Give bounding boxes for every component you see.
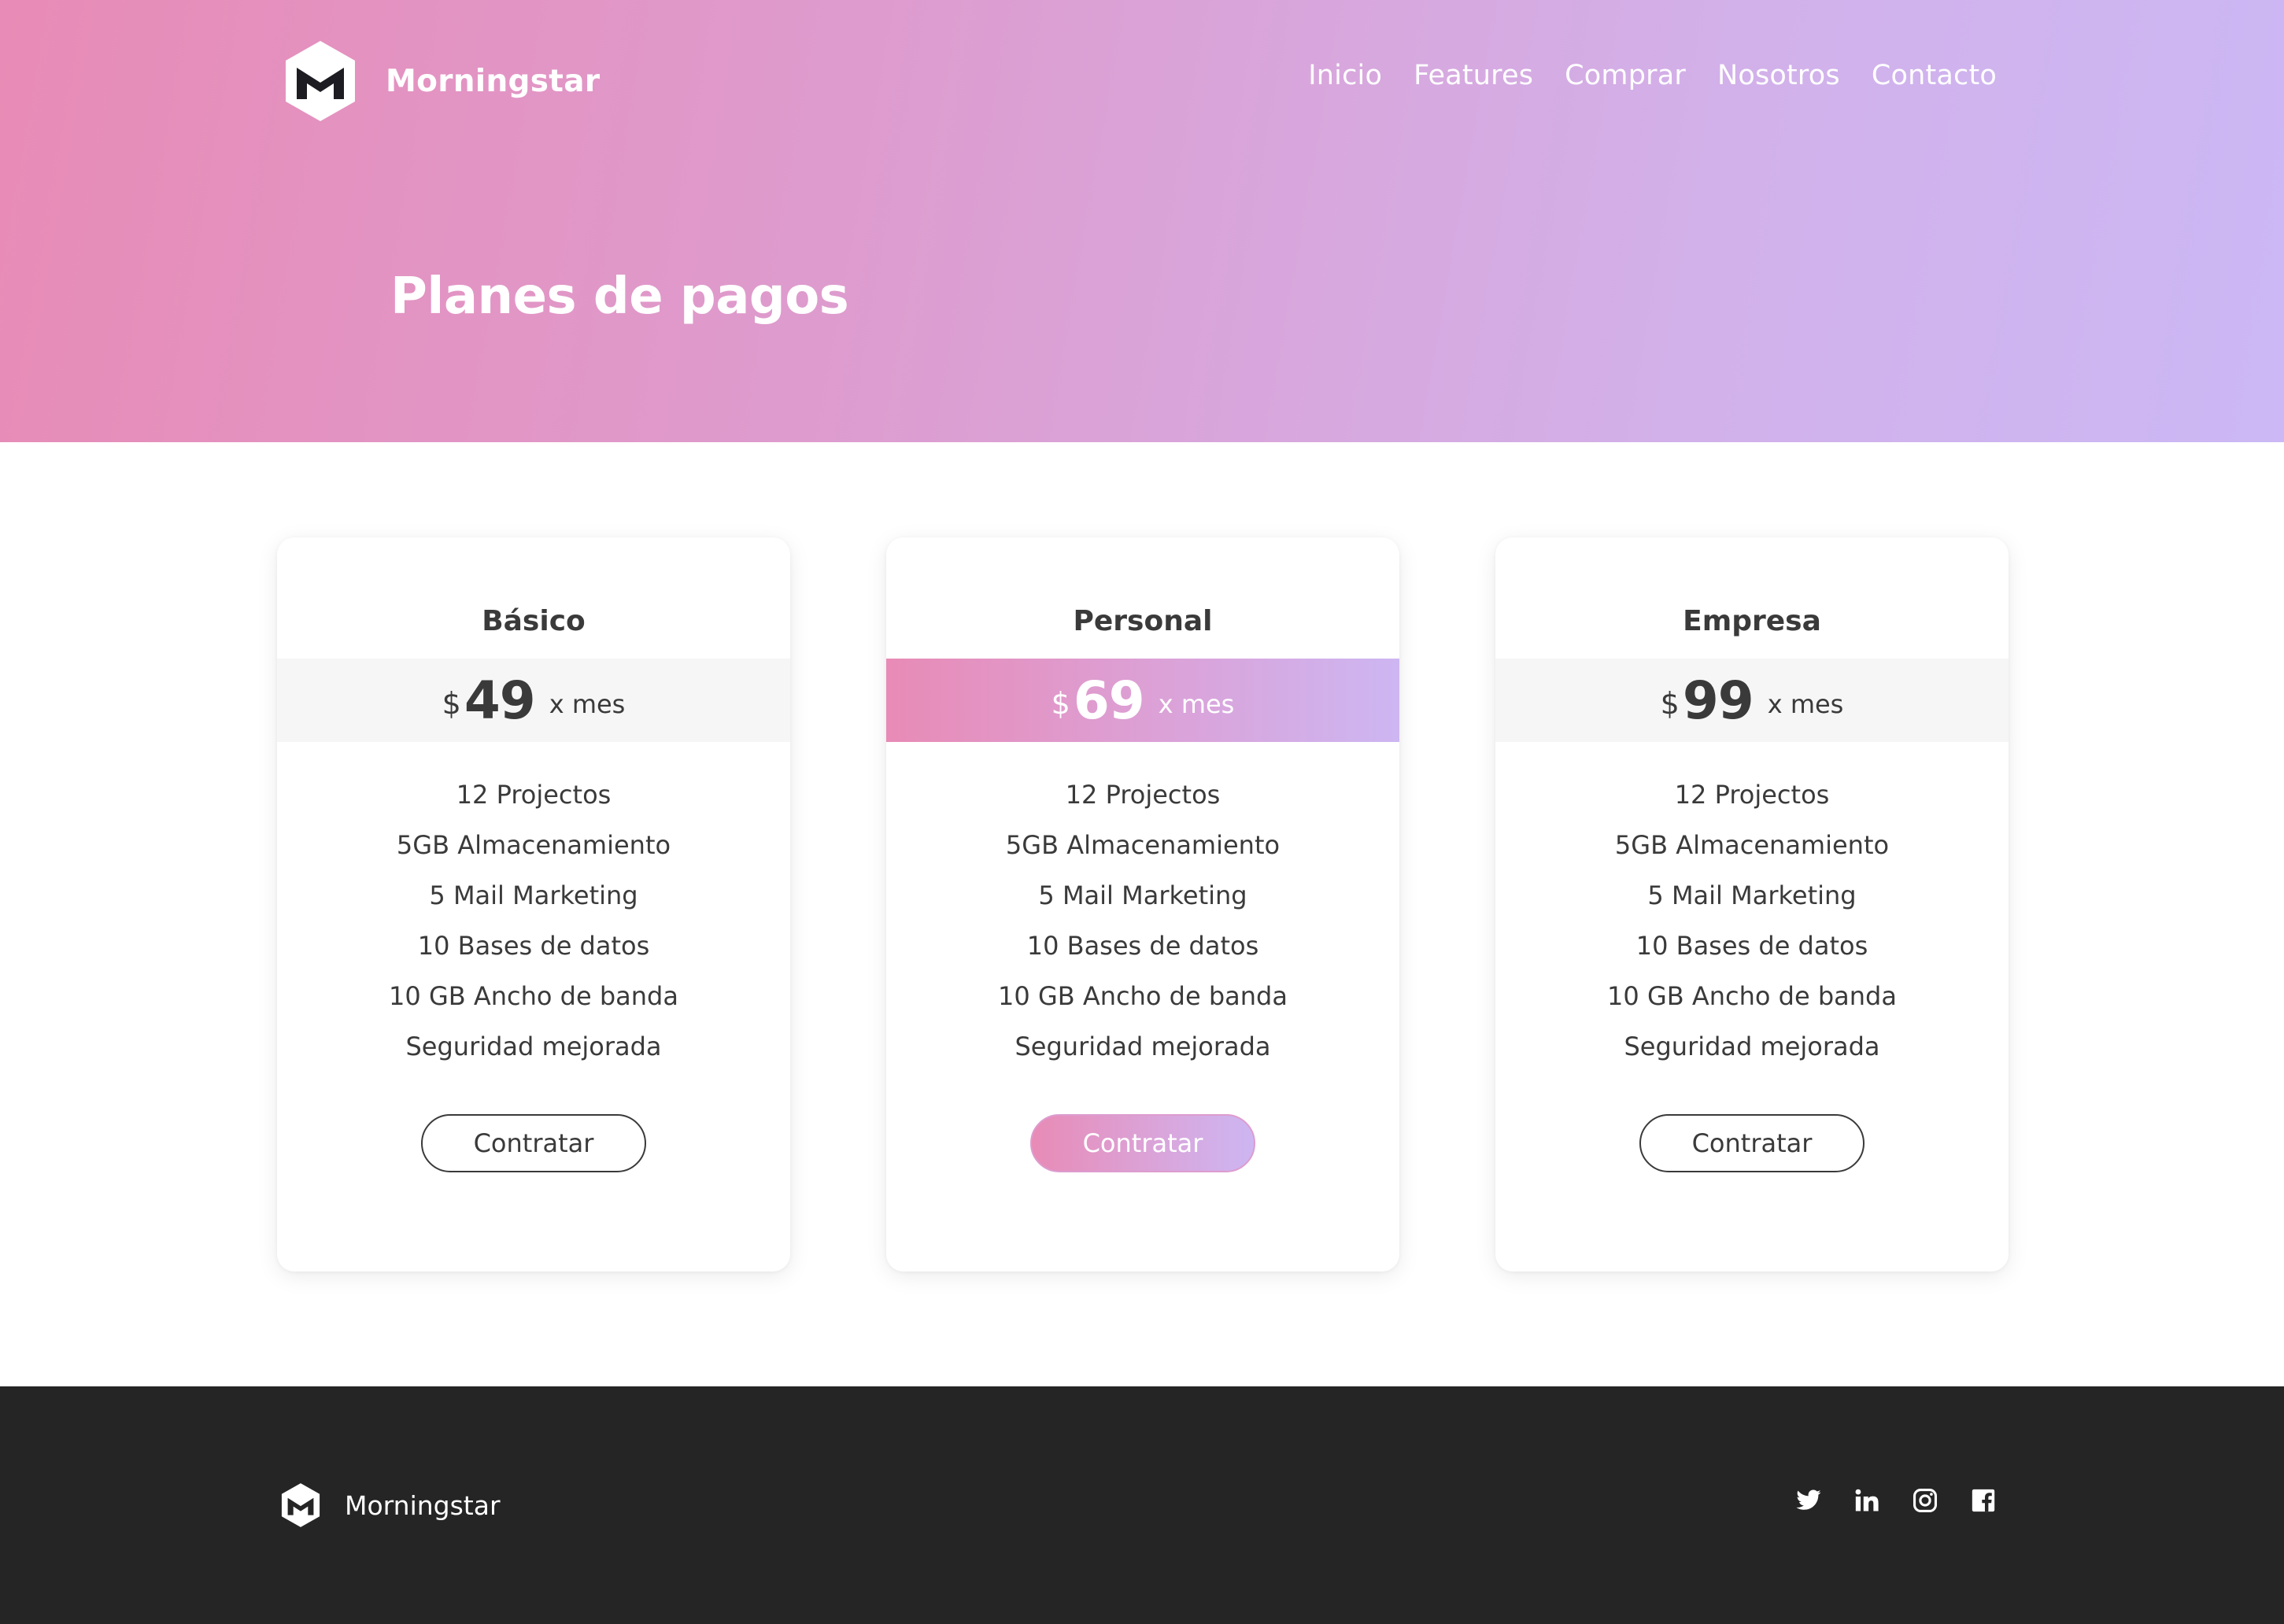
brand-link[interactable]: Morningstar: [283, 39, 600, 123]
price-band: $ 49 x mes: [277, 659, 790, 742]
price-amount: 69: [1073, 670, 1145, 731]
feature-item: 10 Bases de datos: [417, 931, 650, 961]
plan-title: Personal: [1073, 605, 1213, 637]
feature-item: 12 Projectos: [1674, 780, 1830, 810]
feature-item: 10 GB Ancho de banda: [389, 981, 678, 1011]
feature-item: Seguridad mejorada: [1624, 1032, 1880, 1061]
feature-list: 12 Projectos 5GB Almacenamiento 5 Mail M…: [886, 770, 1399, 1072]
footer: Morningstar: [0, 1386, 2284, 1624]
feature-item: 10 Bases de datos: [1026, 931, 1259, 961]
price-amount: 49: [464, 670, 536, 731]
page-title: Planes de pagos: [390, 268, 849, 326]
feature-item: Seguridad mejorada: [405, 1032, 662, 1061]
feature-item: 12 Projectos: [1065, 780, 1221, 810]
price-currency: $: [442, 686, 461, 721]
contratar-button-empresa[interactable]: Contratar: [1639, 1114, 1865, 1172]
feature-item: 5GB Almacenamiento: [1614, 830, 1890, 860]
facebook-link[interactable]: [1970, 1487, 1997, 1514]
morningstar-logo-icon: [286, 41, 355, 121]
feature-item: 10 Bases de datos: [1635, 931, 1868, 961]
price-band-featured: $ 69 x mes: [886, 659, 1399, 742]
feature-item: 5GB Almacenamiento: [396, 830, 671, 860]
feature-item: 5GB Almacenamiento: [1005, 830, 1281, 860]
plan-title: Básico: [482, 605, 586, 637]
price-band: $ 99 x mes: [1495, 659, 2009, 742]
contratar-button-basico[interactable]: Contratar: [421, 1114, 646, 1172]
nav-item-contacto[interactable]: Contacto: [1872, 60, 1997, 91]
nav-item-nosotros[interactable]: Nosotros: [1717, 60, 1840, 91]
main-nav: Inicio Features Comprar Nosotros Contact…: [1308, 60, 1997, 91]
linkedin-link[interactable]: [1853, 1487, 1880, 1514]
footer-brand-link[interactable]: Morningstar: [280, 1482, 501, 1528]
plan-card-basico: Básico $ 49 x mes 12 Projectos 5GB Almac…: [277, 537, 790, 1272]
nav-item-features[interactable]: Features: [1414, 60, 1533, 91]
twitter-link[interactable]: [1795, 1487, 1822, 1514]
feature-item: Seguridad mejorada: [1014, 1032, 1271, 1061]
facebook-icon: [1972, 1489, 1995, 1512]
nav-item-inicio[interactable]: Inicio: [1308, 60, 1382, 91]
feature-item: 5 Mail Marketing: [429, 880, 638, 910]
price-amount: 99: [1682, 670, 1754, 731]
pricing-section: Básico $ 49 x mes 12 Projectos 5GB Almac…: [277, 537, 2009, 1272]
feature-item: 10 GB Ancho de banda: [998, 981, 1288, 1011]
instagram-icon: [1913, 1488, 1938, 1513]
contratar-button-personal[interactable]: Contratar: [1030, 1114, 1255, 1172]
feature-item: 12 Projectos: [456, 780, 612, 810]
linkedin-icon: [1855, 1489, 1879, 1511]
feature-item: 10 GB Ancho de banda: [1607, 981, 1897, 1011]
plan-title: Empresa: [1683, 605, 1821, 637]
hero-header: Morningstar Inicio Features Comprar Noso…: [0, 0, 2284, 442]
price-period: x mes: [1158, 689, 1235, 719]
price-period: x mes: [549, 689, 626, 719]
nav-item-comprar[interactable]: Comprar: [1565, 60, 1686, 91]
feature-item: 5 Mail Marketing: [1038, 880, 1247, 910]
feature-item: 5 Mail Marketing: [1647, 880, 1857, 910]
price-currency: $: [1660, 686, 1680, 721]
morningstar-logo-icon: [281, 1483, 320, 1527]
plan-card-empresa: Empresa $ 99 x mes 12 Projectos 5GB Alma…: [1495, 537, 2009, 1272]
price-period: x mes: [1767, 689, 1844, 719]
instagram-link[interactable]: [1912, 1487, 1938, 1514]
feature-list: 12 Projectos 5GB Almacenamiento 5 Mail M…: [1495, 770, 2009, 1072]
price-currency: $: [1051, 686, 1070, 721]
twitter-icon: [1796, 1489, 1821, 1510]
social-links: [1795, 1487, 1997, 1514]
feature-list: 12 Projectos 5GB Almacenamiento 5 Mail M…: [277, 770, 790, 1072]
plan-card-personal: Personal $ 69 x mes 12 Projectos 5GB Alm…: [886, 537, 1399, 1272]
brand-name: Morningstar: [386, 63, 601, 99]
footer-brand-name: Morningstar: [345, 1489, 501, 1521]
